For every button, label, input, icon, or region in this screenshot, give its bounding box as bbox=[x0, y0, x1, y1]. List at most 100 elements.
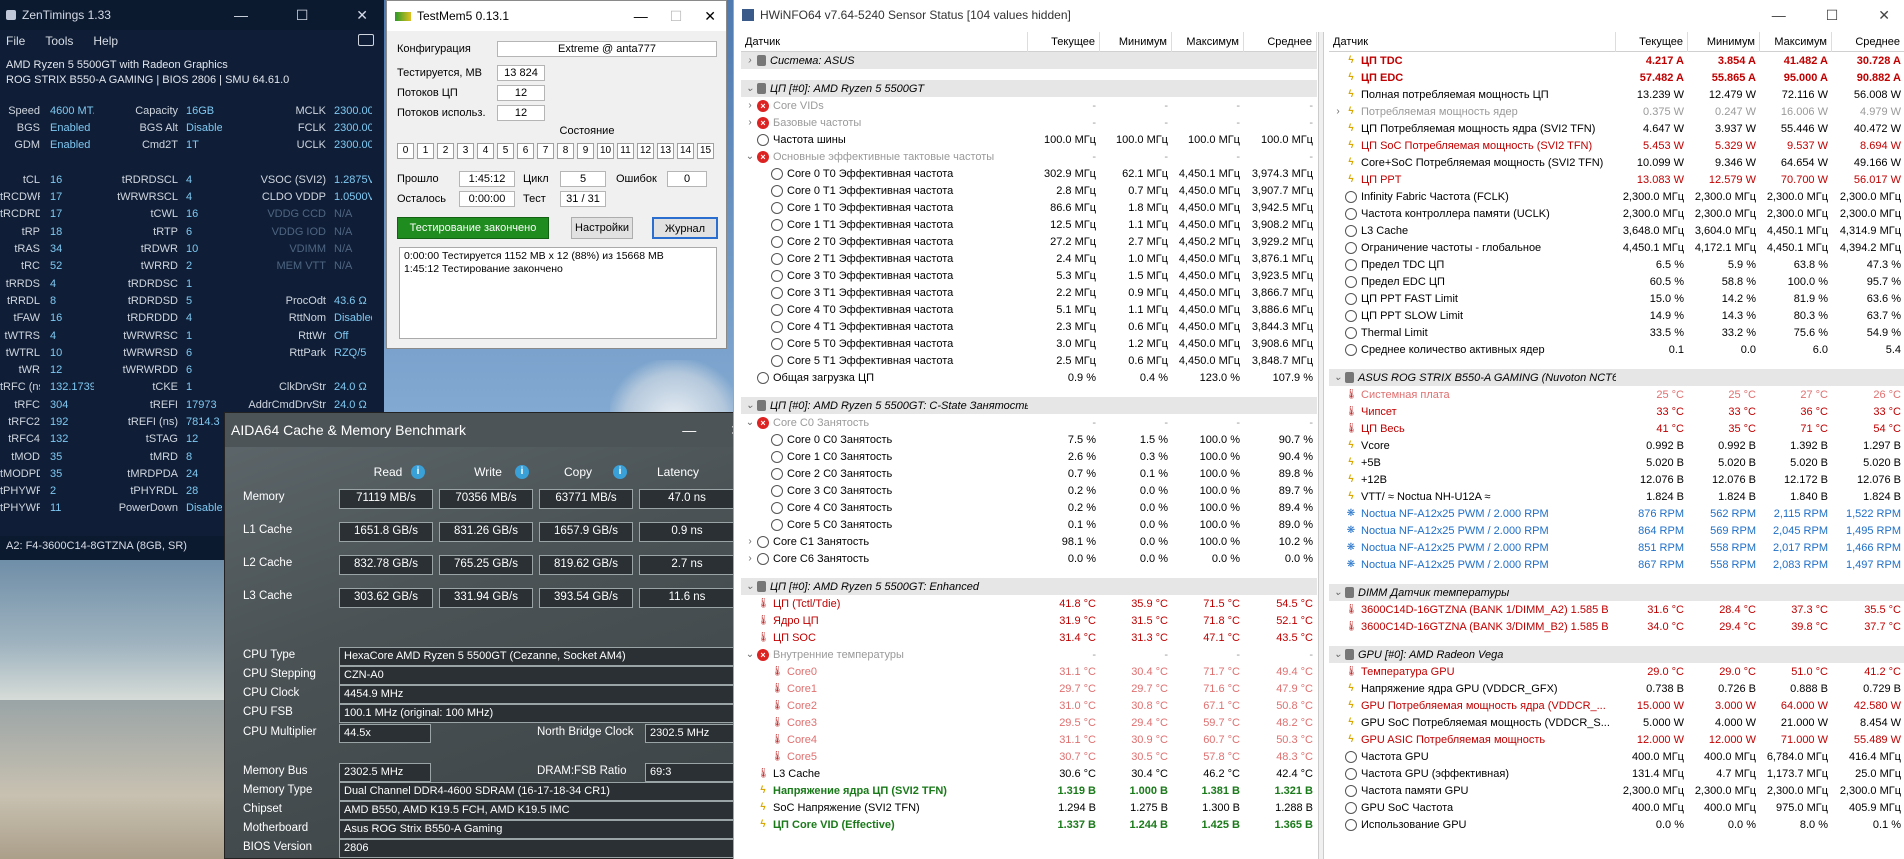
column-header[interactable]: Максимум bbox=[1172, 32, 1244, 52]
collapse-icon[interactable]: ⌄ bbox=[745, 400, 755, 412]
sensor-row[interactable]: Core 5 T1 Эффективная частота 2.5 МГц 0.6 … bbox=[741, 352, 1317, 369]
sensor-row[interactable]: ϟ GPU Потребляемая мощность ядра (VDDCR_.… bbox=[1329, 697, 1904, 714]
sensor-row[interactable]: Core 3 C0 Занятость 0.2 % 0.0 % 100.0 % 89.7… bbox=[741, 482, 1317, 499]
maximize-icon[interactable]: ☐ bbox=[296, 7, 309, 24]
minimize-icon[interactable]: — bbox=[682, 422, 696, 439]
sensor-row[interactable]: ϟ +12В 12.076 В 12.076 В 12.172 В 12.076 В bbox=[1329, 471, 1904, 488]
column-header[interactable]: Датчик bbox=[1329, 32, 1616, 52]
column-header[interactable]: Среднее bbox=[1832, 32, 1904, 52]
sensor-row[interactable]: Core 4 C0 Занятость 0.2 % 0.0 % 100.0 % 89.4… bbox=[741, 499, 1317, 516]
expand-icon[interactable]: › bbox=[745, 117, 755, 129]
sensor-row[interactable]: Предел EDC ЦП 60.5 % 58.8 % 100.0 % 95.7 % bbox=[1329, 273, 1904, 290]
sensor-row[interactable]: ϟ GPU SoC Потребляемая мощность (VDDCR_S.… bbox=[1329, 714, 1904, 731]
sensor-row[interactable]: › × Базовые частоты - - - - bbox=[741, 114, 1317, 131]
column-header[interactable]: Текущее bbox=[1616, 32, 1688, 52]
aida64-titlebar[interactable]: AIDA64 Cache & Memory Benchmark — ✕ bbox=[225, 413, 752, 447]
sensor-row[interactable]: Core 3 T0 Эффективная частота 5.3 МГц 1.5 … bbox=[741, 267, 1317, 284]
sensor-row[interactable]: Core 0 C0 Занятость 7.5 % 1.5 % 100.0 % 90.7… bbox=[741, 431, 1317, 448]
sensor-row[interactable]: 🌡 Ядро ЦП 31.9 °C 31.5 °C 71.8 °C 52.1 °C bbox=[741, 612, 1317, 629]
sensor-row[interactable]: ⌄ × Основные эффективные тактовые частоты -… bbox=[741, 148, 1317, 165]
sensor-row[interactable]: GPU SoC Частота 400.0 МГц 400.0 МГц 975.0 М… bbox=[1329, 799, 1904, 816]
maximize-icon[interactable]: ☐ bbox=[670, 8, 683, 25]
sensor-row[interactable]: ϟ ЦП PPT 13.083 W 12.579 W 70.700 W 56.017 W bbox=[1329, 171, 1904, 188]
maximize-icon[interactable]: ☐ bbox=[1826, 7, 1839, 24]
sensor-row[interactable]: Core 2 C0 Занятость 0.7 % 0.1 % 100.0 % 89.8… bbox=[741, 465, 1317, 482]
sensor-row[interactable]: Infinity Fabric Частота (FCLK) 2,300.0 МГ… bbox=[1329, 188, 1904, 205]
sensor-row[interactable]: ⌄ × Внутренние температуры - - - - bbox=[741, 646, 1317, 663]
menu-help[interactable]: Help bbox=[93, 34, 118, 48]
collapse-icon[interactable]: ⌄ bbox=[745, 417, 755, 429]
sensor-row[interactable]: ϟ GPU ASIC Потребляемая мощность 12.000 W 1… bbox=[1329, 731, 1904, 748]
sensor-row[interactable]: Общая загрузка ЦП 0.9 % 0.4 % 123.0 % 107.9 … bbox=[741, 369, 1317, 386]
sensor-row[interactable]: ❋ Noctua NF-A12x25 PWM / 2.000 RPM 851 RPM… bbox=[1329, 539, 1904, 556]
sensor-row[interactable]: ϟ Core+SoC Потребляемая мощность (SVI2 TF… bbox=[1329, 154, 1904, 171]
sensor-row[interactable]: Core 5 C0 Занятость 0.1 % 0.0 % 100.0 % 89.0… bbox=[741, 516, 1317, 533]
sensor-group-header[interactable]: ⌄ ЦП [#0]: AMD Ryzen 5 5500GT: C-State За… bbox=[741, 397, 1317, 414]
sensor-row[interactable]: ❋ Noctua NF-A12x25 PWM / 2.000 RPM 876 RPM… bbox=[1329, 505, 1904, 522]
minimize-icon[interactable]: — bbox=[634, 8, 648, 25]
sensor-row[interactable]: Core 1 T0 Эффективная частота 86.6 МГц 1.8… bbox=[741, 199, 1317, 216]
minimize-icon[interactable]: — bbox=[234, 7, 248, 24]
sensor-row[interactable]: ϟ VTT/ ≈ Noctua NH-U12A ≈ 1.824 В 1.824 В 1.… bbox=[1329, 488, 1904, 505]
collapse-icon[interactable]: ⌄ bbox=[1333, 587, 1343, 599]
sensor-row[interactable]: 🌡 Системная плата 25 °C 25 °C 27 °C 26 °C bbox=[1329, 386, 1904, 403]
column-header[interactable]: Датчик bbox=[741, 32, 1028, 52]
sensor-row[interactable]: 🌡 Core0 31.1 °C 30.4 °C 71.7 °C 49.4 °C bbox=[741, 663, 1317, 680]
sensor-row[interactable]: 🌡 ЦП Весь 41 °C 35 °C 71 °C 54 °C bbox=[1329, 420, 1904, 437]
hwinfo-titlebar[interactable]: HWiNFO64 v7.64-5240 Sensor Status [104 v… bbox=[734, 0, 1904, 30]
sensor-row[interactable]: Частота памяти GPU 2,300.0 МГц 2,300.0 МГц… bbox=[1329, 782, 1904, 799]
sensor-row[interactable]: ϟ ЦП EDC 57.482 A 55.865 A 95.000 A 90.882 A bbox=[1329, 69, 1904, 86]
column-header[interactable]: Минимум bbox=[1688, 32, 1760, 52]
minimize-icon[interactable]: — bbox=[1772, 7, 1786, 24]
settings-button[interactable]: Настройки bbox=[571, 217, 633, 239]
sensor-row[interactable]: ϟ ЦП Потребляемая мощность ядра (SVI2 TFN… bbox=[1329, 120, 1904, 137]
sensor-row[interactable]: ϟ Напряжение ядра ЦП (SVI2 TFN) 1.319 В 1.0… bbox=[741, 782, 1317, 799]
zentimings-titlebar[interactable]: ZenTimings 1.33 — ☐ ✕ bbox=[0, 0, 384, 30]
sensor-row[interactable]: ϟ Vcore 0.992 В 0.992 В 1.392 В 1.297 В bbox=[1329, 437, 1904, 454]
sensor-group-header[interactable]: ⌄ ASUS ROG STRIX B550-A GAMING (Nuvoton N… bbox=[1329, 369, 1904, 386]
sensor-row[interactable]: Core 2 T0 Эффективная частота 27.2 МГц 2.7… bbox=[741, 233, 1317, 250]
sensor-row[interactable]: ЦП PPT SLOW Limit 14.9 % 14.3 % 80.3 % 63.7 … bbox=[1329, 307, 1904, 324]
expand-icon[interactable]: › bbox=[745, 100, 755, 112]
sensor-row[interactable]: Core 0 T0 Эффективная частота 302.9 МГц 62… bbox=[741, 165, 1317, 182]
sensor-row[interactable]: Среднее количество активных ядер 0.1 0.0 6.… bbox=[1329, 341, 1904, 358]
collapse-icon[interactable]: ⌄ bbox=[1333, 372, 1343, 384]
sensor-row[interactable]: 🌡 L3 Cache 30.6 °C 30.4 °C 46.2 °C 42.4 °C bbox=[741, 765, 1317, 782]
sensor-row[interactable]: 🌡 Core1 29.7 °C 29.7 °C 71.6 °C 47.9 °C bbox=[741, 680, 1317, 697]
sensor-row[interactable]: Core 0 T1 Эффективная частота 2.8 МГц 0.7 … bbox=[741, 182, 1317, 199]
sensor-row[interactable]: Core 4 T0 Эффективная частота 5.1 МГц 1.1 … bbox=[741, 301, 1317, 318]
sensor-row[interactable]: › Core C6 Занятость 0.0 % 0.0 % 0.0 % 0.0 % bbox=[741, 550, 1317, 567]
camera-icon[interactable] bbox=[358, 34, 374, 46]
sensor-row[interactable]: Thermal Limit 33.5 % 33.2 % 75.6 % 54.9 % bbox=[1329, 324, 1904, 341]
sensor-row[interactable]: ❋ Noctua NF-A12x25 PWM / 2.000 RPM 864 RPM… bbox=[1329, 522, 1904, 539]
sensor-row[interactable]: 🌡 Core3 29.5 °C 29.4 °C 59.7 °C 48.2 °C bbox=[741, 714, 1317, 731]
menu-file[interactable]: File bbox=[6, 34, 25, 48]
sensor-row[interactable]: ❋ Noctua NF-A12x25 PWM / 2.000 RPM 867 RPM… bbox=[1329, 556, 1904, 573]
sensor-row[interactable]: 🌡 Температура GPU 29.0 °C 29.0 °C 51.0 °C 41.… bbox=[1329, 663, 1904, 680]
sensor-row[interactable]: L3 Cache 3,648.0 МГц 3,604.0 МГц 4,450.1 МГ… bbox=[1329, 222, 1904, 239]
column-header[interactable]: Текущее bbox=[1028, 32, 1100, 52]
sensor-row[interactable]: ЦП PPT FAST Limit 15.0 % 14.2 % 81.9 % 63.6 … bbox=[1329, 290, 1904, 307]
sensor-row[interactable]: ϟ ЦП Core VID (Effective) 1.337 В 1.244 В 1.… bbox=[741, 816, 1317, 833]
log-button[interactable]: Журнал bbox=[652, 217, 718, 239]
expand-icon[interactable]: › bbox=[745, 553, 755, 565]
pane-splitter[interactable] bbox=[1318, 32, 1324, 859]
sensor-row[interactable]: 🌡 3600C14D-16GTZNA (BANK 1/DIMM_A2) 1.585… bbox=[1329, 601, 1904, 618]
sensor-row[interactable]: › Core C1 Занятость 98.1 % 0.0 % 100.0 % 10.2… bbox=[741, 533, 1317, 550]
sensor-row[interactable]: Частота контроллера памяти (UCLK) 2,300.0… bbox=[1329, 205, 1904, 222]
sensor-row[interactable]: 🌡 Core5 30.7 °C 30.5 °C 57.8 °C 48.3 °C bbox=[741, 748, 1317, 765]
sensor-row[interactable]: Предел TDC ЦП 6.5 % 5.9 % 63.8 % 47.3 % bbox=[1329, 256, 1904, 273]
close-icon[interactable]: ✕ bbox=[704, 8, 716, 25]
sensor-row[interactable]: Ограничение частоты - глобальное 4,450.1 … bbox=[1329, 239, 1904, 256]
sensor-row[interactable]: Core 3 T1 Эффективная частота 2.2 МГц 0.9 … bbox=[741, 284, 1317, 301]
info-icon[interactable]: i bbox=[411, 465, 425, 479]
menu-tools[interactable]: Tools bbox=[45, 34, 73, 48]
sensor-row[interactable]: Частота GPU (эффективная) 131.4 МГц 4.7 МГ… bbox=[1329, 765, 1904, 782]
sensor-row[interactable]: Core 1 T1 Эффективная частота 12.5 МГц 1.1… bbox=[741, 216, 1317, 233]
info-icon[interactable]: i bbox=[613, 465, 627, 479]
config-field[interactable]: Extreme @ anta777 bbox=[497, 41, 717, 57]
sensor-row[interactable]: 🌡 Core2 31.0 °C 30.8 °C 67.1 °C 50.8 °C bbox=[741, 697, 1317, 714]
testmem5-titlebar[interactable]: TestMem5 0.13.1 — ☐ ✕ bbox=[387, 1, 726, 31]
sensor-row[interactable]: Использование GPU 0.0 % 0.0 % 8.0 % 0.1 % bbox=[1329, 816, 1904, 833]
collapse-icon[interactable]: ⌄ bbox=[745, 649, 755, 661]
